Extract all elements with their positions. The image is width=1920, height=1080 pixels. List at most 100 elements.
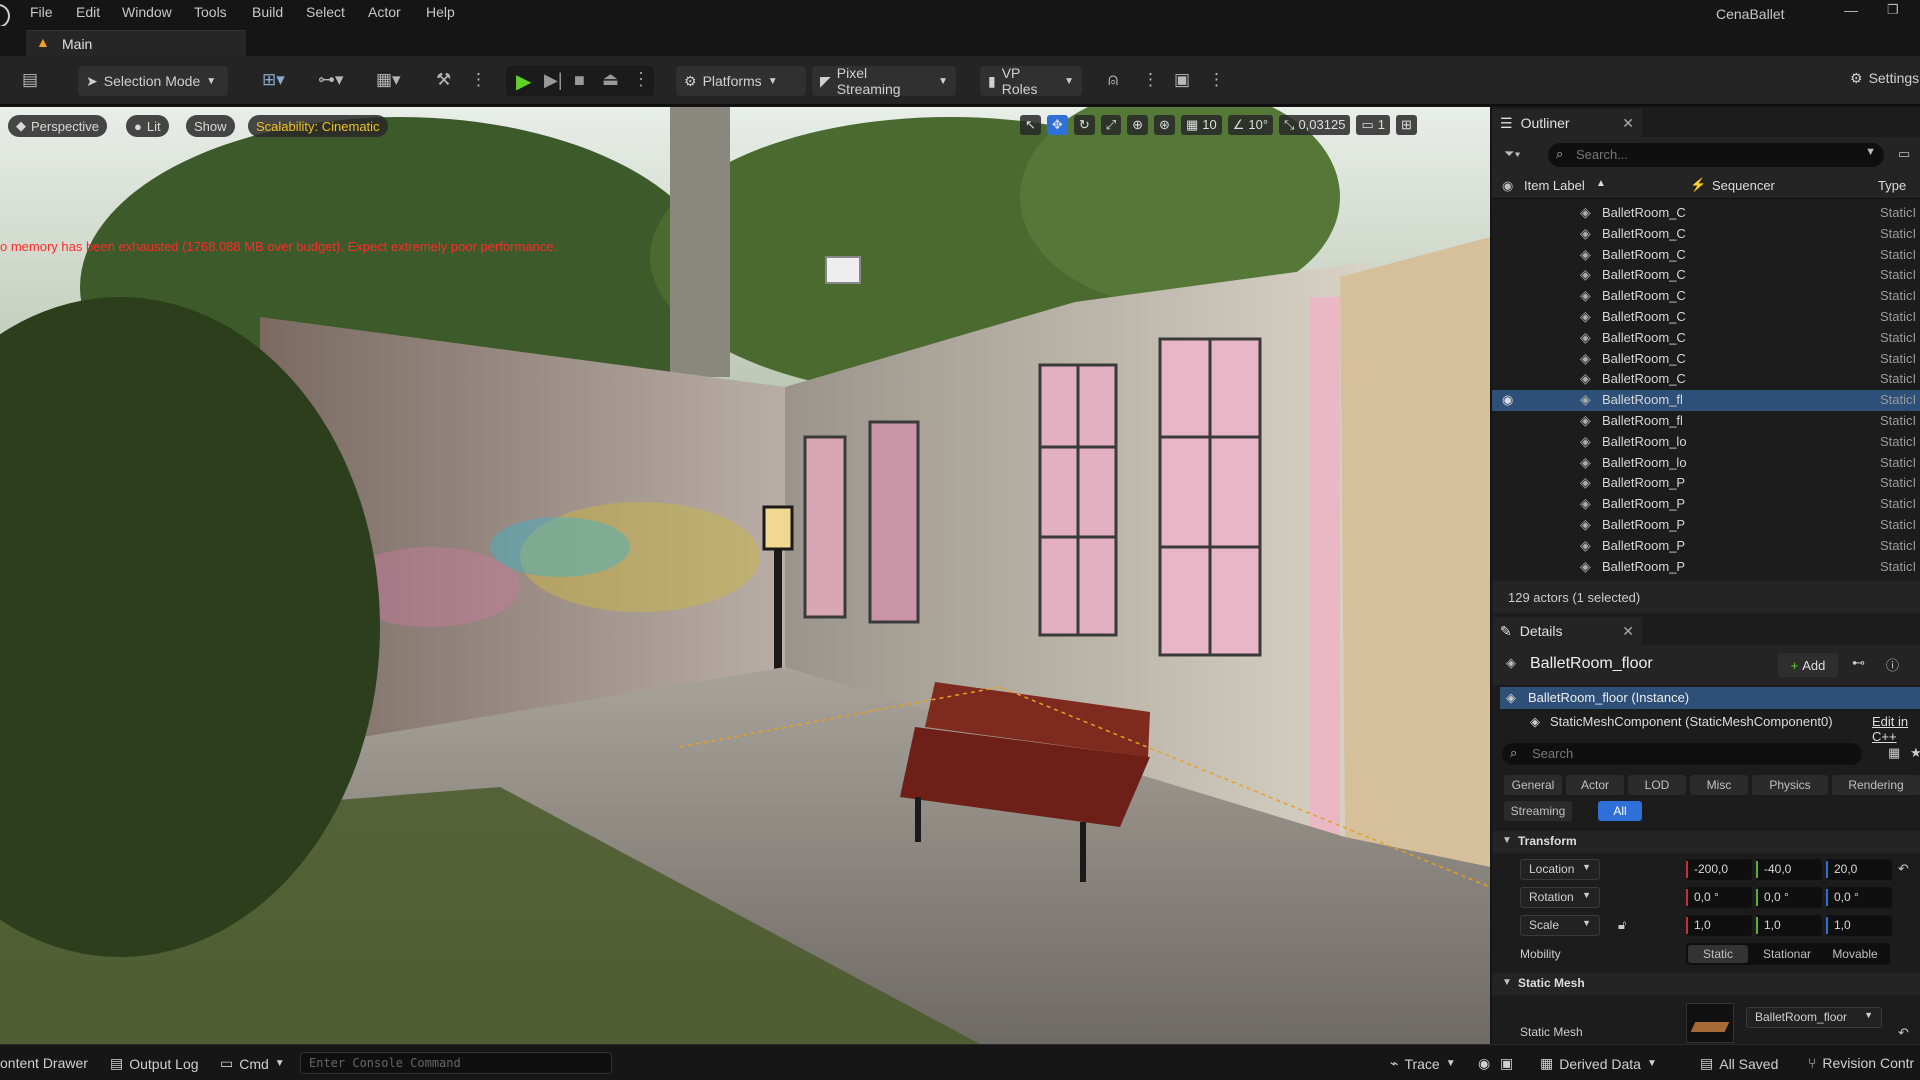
scale-y-field[interactable]: 1,0 (1756, 915, 1822, 936)
scalability-button[interactable]: Scalability: Cinematic (248, 115, 388, 137)
transform-section-header[interactable]: ▼ Transform (1492, 831, 1920, 853)
location-x-field[interactable]: -200,0 (1686, 859, 1752, 880)
restore-icon[interactable]: ❐ (1887, 2, 1899, 18)
visibility-icon[interactable]: ◉ (1502, 392, 1513, 408)
trace-dropdown[interactable]: ⌁ Trace ▼ (1390, 1055, 1456, 1072)
outliner-row[interactable]: ◈ BalletRoom_C StaticI (1492, 203, 1920, 224)
static-mesh-section-header[interactable]: ▼ Static Mesh (1492, 973, 1920, 995)
menu-window[interactable]: Window (122, 4, 172, 20)
content-drawer-button[interactable]: ontent Drawer (0, 1055, 88, 1071)
outliner-row[interactable]: ◈ BalletRoom_C StaticI (1492, 265, 1920, 286)
stop-icon[interactable]: ■ (574, 70, 585, 91)
outliner-row[interactable]: ◈ BalletRoom_C StaticI (1492, 369, 1920, 390)
rotation-dropdown[interactable]: Rotation ▼ (1520, 887, 1600, 908)
static-mesh-thumbnail[interactable] (1686, 1003, 1734, 1043)
minimize-icon[interactable]: — (1844, 2, 1858, 18)
outliner-row[interactable]: ◈ BalletRoom_P StaticI (1492, 557, 1920, 578)
menu-build[interactable]: Build (252, 4, 283, 20)
unreal-logo-icon[interactable] (0, 4, 10, 28)
play-icon[interactable]: ▶ (516, 69, 531, 94)
static-mesh-asset-dropdown[interactable]: BalletRoom_floor ▼ (1746, 1007, 1882, 1028)
scale-tool-icon[interactable]: ⤢ (1100, 115, 1122, 135)
details-search-input[interactable]: ⌕ Search (1502, 743, 1862, 765)
col-sequencer[interactable]: Sequencer (1712, 178, 1775, 193)
all-saved-button[interactable]: ▤ All Saved (1700, 1055, 1778, 1072)
lock-icon[interactable]: 🔓︎ (1618, 917, 1626, 933)
category-general[interactable]: General (1504, 775, 1562, 795)
tab-main[interactable]: ▲ Main (26, 30, 246, 56)
scale-x-field[interactable]: 1,0 (1686, 915, 1752, 936)
pixel-streaming-dropdown[interactable]: ◤ Pixel Streaming ▼ (812, 65, 956, 97)
menu-edit[interactable]: Edit (76, 4, 100, 20)
outliner-row[interactable]: ◈ BalletRoom_C StaticI (1492, 349, 1920, 370)
component-row[interactable]: ◈ StaticMeshComponent (StaticMeshCompone… (1500, 711, 1920, 744)
add-folder-icon[interactable]: ▭ (1898, 146, 1910, 162)
mobility-movable[interactable]: Movable (1824, 945, 1886, 963)
platforms-dropdown[interactable]: ⚙ Platforms ▼ (676, 66, 806, 96)
perspective-button[interactable]: ◆ Perspective (8, 115, 107, 137)
filter-icon[interactable]: ⏷▾ (1504, 146, 1521, 162)
modes-icon[interactable]: ⚒ (436, 70, 451, 90)
outliner-row[interactable]: ◈ BalletRoom_P StaticI (1492, 494, 1920, 515)
close-icon[interactable]: ✕ (1622, 623, 1634, 640)
menu-actor[interactable]: Actor (368, 4, 401, 20)
blueprint-convert-icon[interactable]: ⊷ (1852, 655, 1865, 671)
mobility-static[interactable]: Static (1688, 945, 1748, 963)
category-lod[interactable]: LOD (1628, 775, 1686, 795)
cinematics-icon[interactable]: ▦▾ (376, 70, 401, 90)
reset-icon[interactable]: ↶ (1898, 1025, 1909, 1041)
surface-snap-icon[interactable]: ⊛ (1154, 115, 1175, 135)
category-rendering[interactable]: Rendering (1832, 775, 1920, 795)
reset-icon[interactable]: ↶ (1898, 861, 1909, 877)
rotation-y-field[interactable]: 0,0 ° (1756, 887, 1822, 908)
tab-details[interactable]: ✎ Details ✕ (1492, 617, 1642, 645)
step-icon[interactable]: ▶| (544, 70, 563, 91)
show-button[interactable]: Show (186, 115, 235, 137)
scale-dropdown[interactable]: Scale ▼ (1520, 915, 1600, 936)
vp-roles-dropdown[interactable]: ▮ VP Roles ▼ (980, 65, 1082, 97)
revision-control-button[interactable]: ⑂ Revision Contr (1808, 1055, 1914, 1071)
col-type[interactable]: Type (1878, 178, 1906, 193)
col-item-label[interactable]: Item Label (1524, 178, 1585, 193)
camera-capture-icon[interactable]: ▣ (1500, 1055, 1513, 1072)
rotate-tool-icon[interactable]: ↻ (1073, 115, 1095, 135)
outliner-row[interactable]: ◈ BalletRoom_P StaticI (1492, 536, 1920, 557)
category-streaming[interactable]: Streaming (1504, 801, 1572, 821)
location-y-field[interactable]: -40,0 (1756, 859, 1822, 880)
play-options-icon[interactable]: ⋮ (632, 69, 650, 90)
console-input[interactable]: Enter Console Command (300, 1052, 612, 1074)
tab-outliner[interactable]: ☰ Outliner ✕ (1492, 109, 1642, 137)
outliner-row[interactable]: ◈ BalletRoom_P StaticI (1492, 515, 1920, 536)
component-instance-row[interactable]: ◈ BalletRoom_floor (Instance) (1500, 687, 1920, 709)
outliner-row[interactable]: ◈ BalletRoom_C StaticI (1492, 307, 1920, 328)
menu-help[interactable]: Help (426, 4, 455, 20)
chevron-down-icon[interactable]: ▼ (1865, 146, 1876, 158)
more-icon[interactable]: ⋮ (1142, 70, 1159, 90)
rotation-snap-button[interactable]: ∠ 10° (1227, 115, 1274, 135)
blueprint-icon[interactable]: ⊶▾ (318, 70, 344, 90)
category-all[interactable]: All (1598, 801, 1642, 821)
scale-z-field[interactable]: 1,0 (1826, 915, 1892, 936)
edit-in-cpp-link[interactable]: Edit in C++ (1872, 714, 1920, 744)
menu-select[interactable]: Select (306, 4, 345, 20)
broadcast-icon[interactable]: ▣ (1174, 70, 1190, 90)
close-icon[interactable]: ✕ (1622, 115, 1634, 132)
livelink-icon[interactable]: ⍝ (1108, 70, 1118, 90)
menu-tools[interactable]: Tools (194, 4, 227, 20)
world-space-icon[interactable]: ⊕ (1127, 115, 1149, 135)
property-matrix-icon[interactable]: ▦ (1888, 745, 1900, 761)
rotation-x-field[interactable]: 0,0 ° (1686, 887, 1752, 908)
eject-icon[interactable]: ⏏ (602, 69, 619, 90)
add-actor-icon[interactable]: ⊞▾ (262, 70, 285, 90)
outliner-row[interactable]: ◈ BalletRoom_C StaticI (1492, 224, 1920, 245)
save-icon[interactable]: ▤ (22, 70, 38, 90)
outliner-row[interactable]: ◈ BalletRoom_fl StaticI (1492, 411, 1920, 432)
selection-mode-dropdown[interactable]: ➤ Selection Mode ▼ (78, 66, 228, 96)
level-viewport[interactable]: ◆ Perspective ● Lit Show Scalability: Ci… (0, 107, 1490, 1044)
outliner-row[interactable]: ◈ BalletRoom_C StaticI (1492, 286, 1920, 307)
category-physics[interactable]: Physics (1752, 775, 1828, 795)
visibility-icon[interactable]: ◉ (1502, 178, 1513, 194)
lit-button[interactable]: ● Lit (126, 115, 169, 137)
more-icon[interactable]: ⋮ (1208, 70, 1225, 90)
more-icon[interactable]: ⋮ (470, 70, 487, 90)
